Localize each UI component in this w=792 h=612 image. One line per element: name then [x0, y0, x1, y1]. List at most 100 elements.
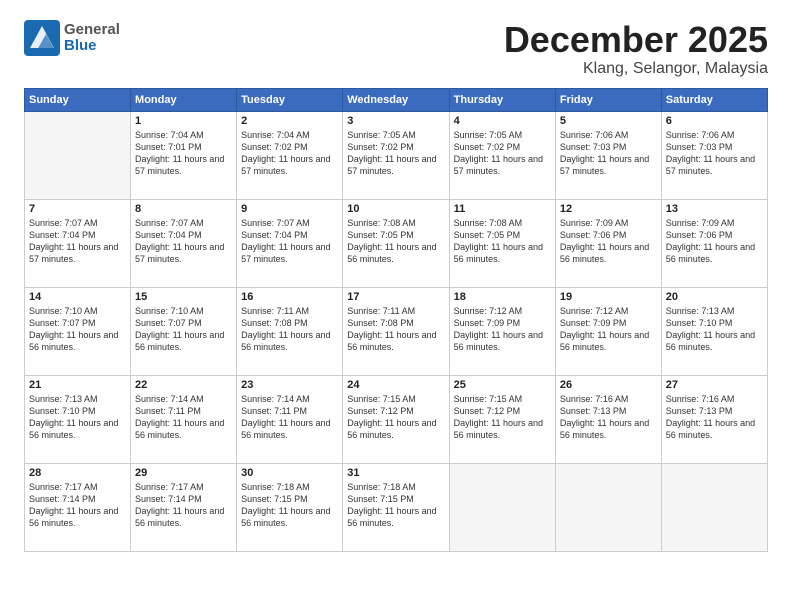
- weekday-header-sunday: Sunday: [25, 88, 131, 111]
- day-info: Sunrise: 7:17 AMSunset: 7:14 PMDaylight:…: [135, 481, 232, 530]
- day-number: 11: [454, 203, 551, 215]
- calendar-week-2: 7Sunrise: 7:07 AMSunset: 7:04 PMDaylight…: [25, 199, 768, 287]
- weekday-header-saturday: Saturday: [661, 88, 767, 111]
- day-info: Sunrise: 7:14 AMSunset: 7:11 PMDaylight:…: [241, 393, 338, 442]
- calendar-cell: 17Sunrise: 7:11 AMSunset: 7:08 PMDayligh…: [343, 287, 449, 375]
- title-block: December 2025 Klang, Selangor, Malaysia: [504, 20, 768, 78]
- day-number: 10: [347, 203, 444, 215]
- calendar-cell: 6 Sunrise: 7:06 AMSunset: 7:03 PMDaylight…: [661, 111, 767, 199]
- weekday-header-thursday: Thursday: [449, 88, 555, 111]
- calendar-cell: 22 Sunrise: 7:14 AMSunset: 7:11 PMDayligh…: [131, 375, 237, 463]
- day-number: 29: [135, 467, 232, 479]
- day-number: 25: [454, 379, 551, 391]
- calendar-cell: 2 Sunrise: 7:04 AMSunset: 7:02 PMDaylight…: [237, 111, 343, 199]
- day-number: 28: [29, 467, 126, 479]
- calendar-cell: 3Sunrise: 7:05 AMSunset: 7:02 PMDaylight…: [343, 111, 449, 199]
- day-info: Sunrise: 7:11 AMSunset: 7:08 PMDaylight:…: [241, 305, 338, 354]
- day-number: 27: [666, 379, 763, 391]
- calendar-cell: 28Sunrise: 7:17 AMSunset: 7:14 PMDayligh…: [25, 463, 131, 551]
- day-info: Sunrise: 7:15 AMSunset: 7:12 PMDaylight:…: [454, 393, 551, 442]
- day-number: 24: [347, 379, 444, 391]
- day-number: 31: [347, 467, 444, 479]
- day-number: 8: [135, 203, 232, 215]
- weekday-header-wednesday: Wednesday: [343, 88, 449, 111]
- calendar-cell: 21 Sunrise: 7:13 AMSunset: 7:10 PMDayligh…: [25, 375, 131, 463]
- day-info: Sunrise: 7:15 AMSunset: 7:12 PMDaylight:…: [347, 393, 444, 442]
- day-info: Sunrise: 7:08 AMSunset: 7:05 PMDaylight:…: [454, 217, 551, 266]
- day-info: Sunrise: 7:12 AMSunset: 7:09 PMDaylight:…: [454, 305, 551, 354]
- day-number: 9: [241, 203, 338, 215]
- logo-icon: [24, 20, 60, 56]
- weekday-header-monday: Monday: [131, 88, 237, 111]
- day-info: Sunrise: 7:04 AMSunset: 7:01 PMDaylight:…: [135, 129, 232, 178]
- day-info: Sunrise: 7:11 AMSunset: 7:08 PMDaylight:…: [347, 305, 444, 354]
- calendar-cell: 1Sunrise: 7:04 AMSunset: 7:01 PMDaylight…: [131, 111, 237, 199]
- day-number: 2: [241, 115, 338, 127]
- calendar-cell: 19 Sunrise: 7:12 AMSunset: 7:09 PMDayligh…: [555, 287, 661, 375]
- day-info: Sunrise: 7:18 AMSunset: 7:15 PMDaylight:…: [347, 481, 444, 530]
- calendar-cell: 31 Sunrise: 7:18 AMSunset: 7:15 PMDayligh…: [343, 463, 449, 551]
- calendar-cell: [555, 463, 661, 551]
- day-number: 15: [135, 291, 232, 303]
- day-number: 4: [454, 115, 551, 127]
- calendar-cell: 20 Sunrise: 7:13 AMSunset: 7:10 PMDayligh…: [661, 287, 767, 375]
- day-number: 12: [560, 203, 657, 215]
- day-info: Sunrise: 7:14 AMSunset: 7:11 PMDaylight:…: [135, 393, 232, 442]
- day-number: 21: [29, 379, 126, 391]
- logo-general: General: [64, 22, 120, 39]
- calendar-cell: 25 Sunrise: 7:15 AMSunset: 7:12 PMDayligh…: [449, 375, 555, 463]
- day-number: 14: [29, 291, 126, 303]
- calendar-cell: 10 Sunrise: 7:08 AMSunset: 7:05 PMDayligh…: [343, 199, 449, 287]
- day-info: Sunrise: 7:05 AMSunset: 7:02 PMDaylight:…: [454, 129, 551, 178]
- day-info: Sunrise: 7:07 AMSunset: 7:04 PMDaylight:…: [29, 217, 126, 266]
- logo: General Blue: [24, 20, 120, 56]
- day-info: Sunrise: 7:10 AMSunset: 7:07 PMDaylight:…: [135, 305, 232, 354]
- day-info: Sunrise: 7:16 AMSunset: 7:13 PMDaylight:…: [560, 393, 657, 442]
- calendar-cell: 9Sunrise: 7:07 AMSunset: 7:04 PMDaylight…: [237, 199, 343, 287]
- day-info: Sunrise: 7:16 AMSunset: 7:13 PMDaylight:…: [666, 393, 763, 442]
- day-number: 13: [666, 203, 763, 215]
- day-info: Sunrise: 7:09 AMSunset: 7:06 PMDaylight:…: [666, 217, 763, 266]
- day-info: Sunrise: 7:12 AMSunset: 7:09 PMDaylight:…: [560, 305, 657, 354]
- day-number: 18: [454, 291, 551, 303]
- calendar-cell: [661, 463, 767, 551]
- calendar-cell: 7Sunrise: 7:07 AMSunset: 7:04 PMDaylight…: [25, 199, 131, 287]
- calendar-cell: 4 Sunrise: 7:05 AMSunset: 7:02 PMDaylight…: [449, 111, 555, 199]
- day-number: 23: [241, 379, 338, 391]
- day-info: Sunrise: 7:13 AMSunset: 7:10 PMDaylight:…: [29, 393, 126, 442]
- day-info: Sunrise: 7:18 AMSunset: 7:15 PMDaylight:…: [241, 481, 338, 530]
- calendar-cell: 30Sunrise: 7:18 AMSunset: 7:15 PMDayligh…: [237, 463, 343, 551]
- day-info: Sunrise: 7:13 AMSunset: 7:10 PMDaylight:…: [666, 305, 763, 354]
- calendar-cell: [449, 463, 555, 551]
- day-info: Sunrise: 7:06 AMSunset: 7:03 PMDaylight:…: [560, 129, 657, 178]
- day-number: 19: [560, 291, 657, 303]
- calendar-week-5: 28 Sunrise: 7:17 AMSunset: 7:14 PMDayligh…: [25, 463, 768, 551]
- day-number: 3: [347, 115, 444, 127]
- calendar-week-3: 14 Sunrise: 7:10 AMSunset: 7:07 PMDayligh…: [25, 287, 768, 375]
- day-number: 5: [560, 115, 657, 127]
- day-number: 22: [135, 379, 232, 391]
- weekday-header-friday: Friday: [555, 88, 661, 111]
- calendar-cell: 8Sunrise: 7:07 AMSunset: 7:04 PMDaylight…: [131, 199, 237, 287]
- calendar-cell: 14 Sunrise: 7:10 AMSunset: 7:07 PMDayligh…: [25, 287, 131, 375]
- weekday-header-row: SundayMondayTuesdayWednesdayThursdayFrid…: [25, 88, 768, 111]
- day-number: 20: [666, 291, 763, 303]
- calendar-cell: 18 Sunrise: 7:12 AMSunset: 7:09 PMDayligh…: [449, 287, 555, 375]
- calendar-week-4: 21 Sunrise: 7:13 AMSunset: 7:10 PMDayligh…: [25, 375, 768, 463]
- month-title: December 2025: [504, 20, 768, 60]
- calendar-cell: 15 Sunrise: 7:10 AMSunset: 7:07 PMDayligh…: [131, 287, 237, 375]
- calendar-cell: 29 Sunrise: 7:17 AMSunset: 7:14 PMDayligh…: [131, 463, 237, 551]
- location-title: Klang, Selangor, Malaysia: [504, 60, 768, 78]
- calendar-cell: [25, 111, 131, 199]
- day-number: 16: [241, 291, 338, 303]
- day-info: Sunrise: 7:10 AMSunset: 7:07 PMDaylight:…: [29, 305, 126, 354]
- calendar-cell: 24 Sunrise: 7:15 AMSunset: 7:12 PMDayligh…: [343, 375, 449, 463]
- calendar-cell: 26 Sunrise: 7:16 AMSunset: 7:13 PMDayligh…: [555, 375, 661, 463]
- day-info: Sunrise: 7:04 AMSunset: 7:02 PMDaylight:…: [241, 129, 338, 178]
- day-info: Sunrise: 7:08 AMSunset: 7:05 PMDaylight:…: [347, 217, 444, 266]
- calendar-cell: 16 Sunrise: 7:11 AMSunset: 7:08 PMDayligh…: [237, 287, 343, 375]
- day-number: 26: [560, 379, 657, 391]
- day-info: Sunrise: 7:06 AMSunset: 7:03 PMDaylight:…: [666, 129, 763, 178]
- day-number: 6: [666, 115, 763, 127]
- calendar-cell: 11 Sunrise: 7:08 AMSunset: 7:05 PMDayligh…: [449, 199, 555, 287]
